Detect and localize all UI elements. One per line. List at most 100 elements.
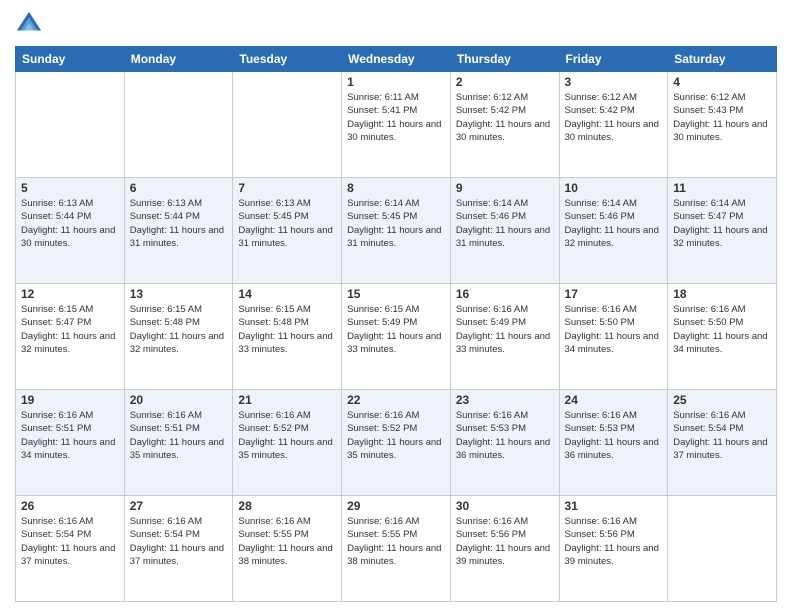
day-number: 24 bbox=[565, 393, 663, 407]
day-info: Sunrise: 6:16 AM Sunset: 5:56 PM Dayligh… bbox=[565, 515, 663, 568]
day-number: 30 bbox=[456, 499, 554, 513]
day-info: Sunrise: 6:14 AM Sunset: 5:46 PM Dayligh… bbox=[565, 197, 663, 250]
calendar-cell: 13Sunrise: 6:15 AM Sunset: 5:48 PM Dayli… bbox=[124, 284, 233, 390]
day-info: Sunrise: 6:14 AM Sunset: 5:46 PM Dayligh… bbox=[456, 197, 554, 250]
calendar-cell: 28 Sunrise: 6:16 AM Sunset: 5:55 PM Dayli… bbox=[233, 496, 342, 602]
calendar-cell: 14 Sunrise: 6:15 AM Sunset: 5:48 PM Dayli… bbox=[233, 284, 342, 390]
calendar-cell: 20 Sunrise: 6:16 AM Sunset: 5:51 PM Dayli… bbox=[124, 390, 233, 496]
header-row: SundayMondayTuesdayWednesdayThursdayFrid… bbox=[16, 47, 777, 72]
day-number: 6 bbox=[130, 181, 228, 195]
day-number: 29 bbox=[347, 499, 445, 513]
day-info: Sunrise: 6:15 AM Sunset: 5:47 PM Dayligh… bbox=[21, 303, 119, 356]
day-info: Sunrise: 6:15 AM Sunset: 5:48 PM Dayligh… bbox=[238, 303, 336, 356]
day-header-saturday: Saturday bbox=[668, 47, 777, 72]
day-number: 4 bbox=[673, 75, 771, 89]
day-info: Sunrise: 6:12 AM Sunset: 5:42 PM Dayligh… bbox=[565, 91, 663, 144]
calendar-cell: 24Sunrise: 6:16 AM Sunset: 5:53 PM Dayli… bbox=[559, 390, 668, 496]
day-info: Sunrise: 6:16 AM Sunset: 5:54 PM Dayligh… bbox=[673, 409, 771, 462]
calendar-cell: 12 Sunrise: 6:15 AM Sunset: 5:47 PM Dayli… bbox=[16, 284, 125, 390]
calendar-cell: 30 Sunrise: 6:16 AM Sunset: 5:56 PM Dayli… bbox=[450, 496, 559, 602]
calendar-cell: 3Sunrise: 6:12 AM Sunset: 5:42 PM Daylig… bbox=[559, 72, 668, 178]
day-number: 22 bbox=[347, 393, 445, 407]
week-row-2: 5 Sunrise: 6:13 AM Sunset: 5:44 PM Daylig… bbox=[16, 178, 777, 284]
calendar-cell bbox=[124, 72, 233, 178]
day-number: 15 bbox=[347, 287, 445, 301]
day-number: 5 bbox=[21, 181, 119, 195]
calendar-cell: 16 Sunrise: 6:16 AM Sunset: 5:49 PM Dayli… bbox=[450, 284, 559, 390]
calendar-cell: 17Sunrise: 6:16 AM Sunset: 5:50 PM Dayli… bbox=[559, 284, 668, 390]
day-number: 25 bbox=[673, 393, 771, 407]
day-info: Sunrise: 6:12 AM Sunset: 5:42 PM Dayligh… bbox=[456, 91, 554, 144]
day-number: 10 bbox=[565, 181, 663, 195]
calendar-cell: 6 Sunrise: 6:13 AM Sunset: 5:44 PM Daylig… bbox=[124, 178, 233, 284]
calendar-cell: 11 Sunrise: 6:14 AM Sunset: 5:47 PM Dayli… bbox=[668, 178, 777, 284]
day-info: Sunrise: 6:11 AM Sunset: 5:41 PM Dayligh… bbox=[347, 91, 445, 144]
day-number: 18 bbox=[673, 287, 771, 301]
page: SundayMondayTuesdayWednesdayThursdayFrid… bbox=[0, 0, 792, 612]
day-number: 23 bbox=[456, 393, 554, 407]
week-row-3: 12 Sunrise: 6:15 AM Sunset: 5:47 PM Dayli… bbox=[16, 284, 777, 390]
day-number: 2 bbox=[456, 75, 554, 89]
week-row-1: 1 Sunrise: 6:11 AM Sunset: 5:41 PM Daylig… bbox=[16, 72, 777, 178]
day-info: Sunrise: 6:16 AM Sunset: 5:53 PM Dayligh… bbox=[456, 409, 554, 462]
calendar-cell: 21Sunrise: 6:16 AM Sunset: 5:52 PM Dayli… bbox=[233, 390, 342, 496]
day-info: Sunrise: 6:16 AM Sunset: 5:52 PM Dayligh… bbox=[238, 409, 336, 462]
day-number: 20 bbox=[130, 393, 228, 407]
calendar-cell: 19Sunrise: 6:16 AM Sunset: 5:51 PM Dayli… bbox=[16, 390, 125, 496]
calendar-cell: 5 Sunrise: 6:13 AM Sunset: 5:44 PM Daylig… bbox=[16, 178, 125, 284]
day-info: Sunrise: 6:16 AM Sunset: 5:51 PM Dayligh… bbox=[130, 409, 228, 462]
calendar-cell: 2 Sunrise: 6:12 AM Sunset: 5:42 PM Daylig… bbox=[450, 72, 559, 178]
day-info: Sunrise: 6:16 AM Sunset: 5:49 PM Dayligh… bbox=[456, 303, 554, 356]
day-number: 27 bbox=[130, 499, 228, 513]
day-info: Sunrise: 6:14 AM Sunset: 5:47 PM Dayligh… bbox=[673, 197, 771, 250]
calendar-cell bbox=[233, 72, 342, 178]
day-number: 17 bbox=[565, 287, 663, 301]
day-header-wednesday: Wednesday bbox=[342, 47, 451, 72]
day-number: 11 bbox=[673, 181, 771, 195]
calendar-cell: 4 Sunrise: 6:12 AM Sunset: 5:43 PM Daylig… bbox=[668, 72, 777, 178]
day-header-tuesday: Tuesday bbox=[233, 47, 342, 72]
week-row-4: 19Sunrise: 6:16 AM Sunset: 5:51 PM Dayli… bbox=[16, 390, 777, 496]
day-info: Sunrise: 6:12 AM Sunset: 5:43 PM Dayligh… bbox=[673, 91, 771, 144]
day-number: 31 bbox=[565, 499, 663, 513]
day-info: Sunrise: 6:16 AM Sunset: 5:52 PM Dayligh… bbox=[347, 409, 445, 462]
day-header-thursday: Thursday bbox=[450, 47, 559, 72]
day-number: 8 bbox=[347, 181, 445, 195]
day-number: 14 bbox=[238, 287, 336, 301]
calendar-cell: 29 Sunrise: 6:16 AM Sunset: 5:55 PM Dayli… bbox=[342, 496, 451, 602]
calendar-cell: 10 Sunrise: 6:14 AM Sunset: 5:46 PM Dayli… bbox=[559, 178, 668, 284]
calendar-cell: 31 Sunrise: 6:16 AM Sunset: 5:56 PM Dayli… bbox=[559, 496, 668, 602]
calendar-cell bbox=[16, 72, 125, 178]
day-info: Sunrise: 6:13 AM Sunset: 5:44 PM Dayligh… bbox=[130, 197, 228, 250]
day-info: Sunrise: 6:16 AM Sunset: 5:55 PM Dayligh… bbox=[238, 515, 336, 568]
calendar-cell: 7Sunrise: 6:13 AM Sunset: 5:45 PM Daylig… bbox=[233, 178, 342, 284]
day-number: 7 bbox=[238, 181, 336, 195]
day-info: Sunrise: 6:16 AM Sunset: 5:56 PM Dayligh… bbox=[456, 515, 554, 568]
day-header-friday: Friday bbox=[559, 47, 668, 72]
day-info: Sunrise: 6:16 AM Sunset: 5:55 PM Dayligh… bbox=[347, 515, 445, 568]
day-info: Sunrise: 6:16 AM Sunset: 5:54 PM Dayligh… bbox=[21, 515, 119, 568]
logo-icon bbox=[15, 10, 43, 38]
calendar-cell: 23 Sunrise: 6:16 AM Sunset: 5:53 PM Dayli… bbox=[450, 390, 559, 496]
calendar-cell: 18Sunrise: 6:16 AM Sunset: 5:50 PM Dayli… bbox=[668, 284, 777, 390]
day-info: Sunrise: 6:16 AM Sunset: 5:51 PM Dayligh… bbox=[21, 409, 119, 462]
day-number: 28 bbox=[238, 499, 336, 513]
day-info: Sunrise: 6:13 AM Sunset: 5:44 PM Dayligh… bbox=[21, 197, 119, 250]
logo bbox=[15, 10, 47, 38]
calendar-cell: 15 Sunrise: 6:15 AM Sunset: 5:49 PM Dayli… bbox=[342, 284, 451, 390]
calendar-cell bbox=[668, 496, 777, 602]
day-number: 12 bbox=[21, 287, 119, 301]
week-row-5: 26 Sunrise: 6:16 AM Sunset: 5:54 PM Dayli… bbox=[16, 496, 777, 602]
day-number: 26 bbox=[21, 499, 119, 513]
day-number: 16 bbox=[456, 287, 554, 301]
day-number: 1 bbox=[347, 75, 445, 89]
day-number: 9 bbox=[456, 181, 554, 195]
day-number: 13 bbox=[130, 287, 228, 301]
day-info: Sunrise: 6:15 AM Sunset: 5:49 PM Dayligh… bbox=[347, 303, 445, 356]
calendar-cell: 27Sunrise: 6:16 AM Sunset: 5:54 PM Dayli… bbox=[124, 496, 233, 602]
calendar-cell: 8Sunrise: 6:14 AM Sunset: 5:45 PM Daylig… bbox=[342, 178, 451, 284]
calendar-cell: 22 Sunrise: 6:16 AM Sunset: 5:52 PM Dayli… bbox=[342, 390, 451, 496]
day-header-sunday: Sunday bbox=[16, 47, 125, 72]
calendar-cell: 25 Sunrise: 6:16 AM Sunset: 5:54 PM Dayli… bbox=[668, 390, 777, 496]
calendar-cell: 26 Sunrise: 6:16 AM Sunset: 5:54 PM Dayli… bbox=[16, 496, 125, 602]
